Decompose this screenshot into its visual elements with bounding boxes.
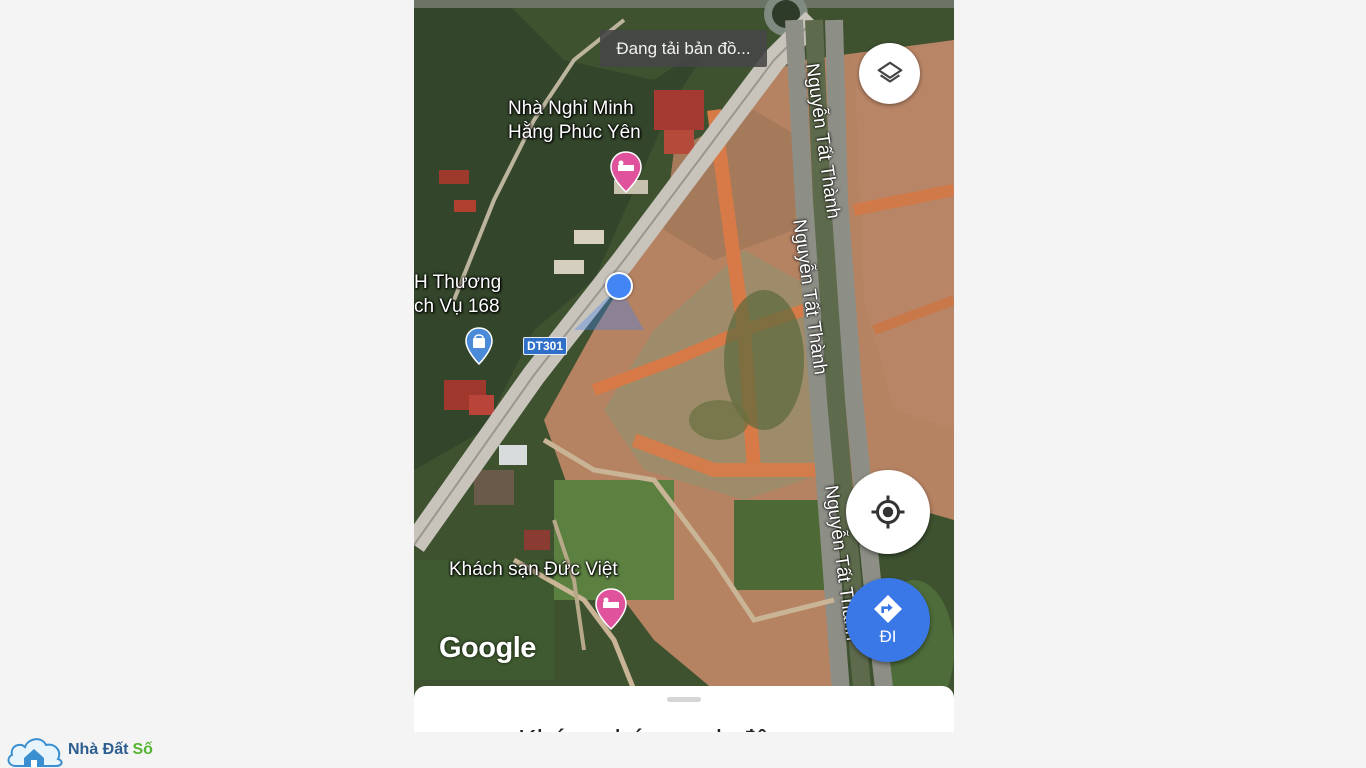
shopping-pin-icon[interactable]	[464, 326, 494, 366]
house-cloud-logo-icon	[7, 738, 63, 767]
my-location-dot	[605, 272, 633, 300]
directions-icon	[874, 595, 902, 623]
go-label: ĐI	[879, 627, 897, 646]
place-label-shop[interactable]: H Thương ch Vụ 168	[414, 271, 501, 319]
google-attribution: Google	[439, 632, 536, 664]
explore-bottom-sheet[interactable]: Khám phá quanh đây	[414, 686, 954, 732]
sheet-title: Khám phá quanh đây	[518, 724, 784, 732]
place-name-line1: Nhà Nghỉ Minh	[508, 98, 634, 119]
watermark-text-a: Nhà Đất	[68, 741, 129, 758]
directions-go-button[interactable]: ĐI	[846, 578, 930, 662]
my-location-button[interactable]	[846, 470, 930, 554]
phone-screen: Đang tải bản đồ... Nhà Nghỉ Minh Hằng Ph…	[414, 0, 954, 732]
sheet-drag-handle[interactable]	[667, 697, 701, 702]
hotel-pin-icon[interactable]	[609, 150, 643, 194]
site-watermark: Nhà Đất Số	[6, 732, 153, 768]
place-name-line1: H Thương	[414, 272, 502, 293]
watermark-text-b: Số	[132, 741, 153, 758]
place-label-hotel-duc-viet[interactable]: Khách sạn Đức Việt	[449, 558, 618, 582]
layers-icon	[877, 61, 902, 83]
map-loading-toast: Đang tải bản đồ...	[600, 30, 767, 67]
place-name-line2: ch Vụ 168	[414, 296, 500, 317]
place-name-line2: Hằng Phúc Yên	[508, 122, 641, 143]
hotel-pin-icon[interactable]	[594, 587, 628, 631]
place-name: Khách sạn Đức Việt	[449, 559, 618, 580]
place-label-hotel-minh[interactable]: Nhà Nghỉ Minh Hằng Phúc Yên	[508, 97, 641, 145]
layers-button[interactable]	[859, 43, 920, 104]
road-shield: DT301	[523, 337, 568, 355]
my-location-icon	[871, 495, 905, 529]
